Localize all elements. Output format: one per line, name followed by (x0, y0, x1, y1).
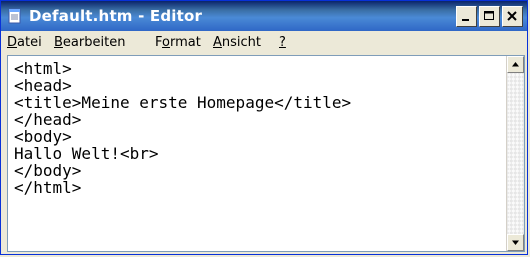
notepad-icon (7, 8, 23, 24)
editor-line: <head> (14, 76, 72, 95)
editor-line: </body> (14, 161, 82, 180)
menu-format-label: rmat (169, 35, 201, 50)
editor-line: </head> (14, 110, 82, 129)
menu-ansicht[interactable]: Ansicht (213, 35, 261, 50)
menu-bearbeiten-label: earbeiten (62, 35, 126, 50)
menu-help-mnemonic: ? (279, 35, 286, 50)
editor-line: Hallo Welt!<br> (14, 144, 159, 163)
editor-window: Default.htm - Editor Datei Bearbeiten Fo… (0, 0, 528, 255)
close-button[interactable] (502, 6, 523, 27)
maximize-button[interactable] (479, 6, 500, 27)
vertical-scrollbar[interactable] (506, 56, 524, 251)
menu-datei[interactable]: Datei (7, 35, 42, 50)
arrow-down-icon (512, 240, 519, 245)
menu-format-prefix: F (155, 35, 163, 50)
scroll-down-button[interactable] (507, 234, 524, 251)
editor-line: <body> (14, 127, 72, 146)
menu-bearbeiten[interactable]: Bearbeiten (54, 35, 125, 50)
menu-bar: Datei Bearbeiten Format Ansicht ? (1, 32, 527, 53)
minimize-button[interactable] (456, 6, 477, 27)
maximize-icon (484, 11, 494, 20)
arrow-up-icon (512, 62, 519, 67)
menu-bearbeiten-mnemonic: B (54, 35, 63, 50)
menu-help[interactable]: ? (279, 35, 286, 50)
minimize-icon (462, 19, 469, 21)
title-bar[interactable]: Default.htm - Editor (1, 1, 527, 31)
menu-ansicht-label: nsicht (221, 35, 262, 50)
close-icon (507, 11, 517, 21)
menu-format[interactable]: Format (155, 35, 201, 50)
menu-datei-mnemonic: D (7, 35, 18, 50)
window-controls (456, 6, 523, 27)
scroll-up-button[interactable] (507, 56, 524, 73)
scroll-track[interactable] (507, 73, 524, 234)
menu-datei-label: atei (17, 35, 42, 50)
menu-format-mnemonic: o (162, 35, 170, 50)
editor-content[interactable]: <html> <head> <title>Meine erste Homepage<… (14, 60, 351, 196)
editor-line: <title>Meine erste Homepage</title> (14, 93, 352, 112)
menu-ansicht-mnemonic: A (213, 35, 222, 50)
text-editor[interactable]: <html> <head> <title>Meine erste Homepage<… (7, 55, 525, 252)
editor-line: </html> (14, 178, 82, 197)
window-title: Default.htm - Editor (29, 7, 203, 25)
editor-line: <html> (14, 59, 72, 78)
